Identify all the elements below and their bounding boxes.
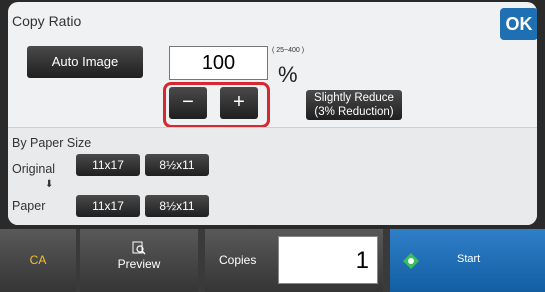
by-paper-size-label: By Paper Size xyxy=(12,136,92,150)
slightly-reduce-label: Slightly Reduce xyxy=(314,92,394,104)
copies-area: Copies 1 xyxy=(205,229,383,292)
ok-button[interactable]: OK xyxy=(500,8,537,40)
minus-button[interactable]: − xyxy=(169,87,207,119)
slightly-reduce-button[interactable]: Slightly Reduce (3% Reduction) xyxy=(306,90,402,120)
copies-input[interactable]: 1 xyxy=(278,236,378,284)
copy-ratio-panel: Copy Ratio OK Auto Image 100 ( 25~400 ) … xyxy=(8,2,537,225)
start-button[interactable]: Start xyxy=(390,229,545,292)
original-label: Original xyxy=(12,162,56,176)
ratio-input[interactable]: 100 xyxy=(169,46,268,80)
paper-label: Paper xyxy=(12,199,46,213)
paper-size-11x17[interactable]: 11x17 xyxy=(76,195,140,217)
plus-button[interactable]: + xyxy=(220,87,258,119)
copies-label: Copies xyxy=(219,253,257,267)
preview-label: Preview xyxy=(117,257,161,271)
start-label: Start xyxy=(457,253,481,265)
percent-label: % xyxy=(278,62,298,87)
diamond-start-icon xyxy=(403,253,419,269)
slightly-reduce-sublabel: (3% Reduction) xyxy=(314,106,394,118)
paper-size-letter[interactable]: 8½x11 xyxy=(145,195,209,217)
copy-ratio-screen: Copy Ratio OK Auto Image 100 ( 25~400 ) … xyxy=(0,0,545,292)
arrow-down-icon: ⬇ xyxy=(45,179,54,190)
ratio-range-label: ( 25~400 ) xyxy=(272,47,305,54)
original-size-11x17[interactable]: 11x17 xyxy=(76,154,140,176)
original-size-letter[interactable]: 8½x11 xyxy=(145,154,209,176)
auto-image-button[interactable]: Auto Image xyxy=(27,46,143,78)
clear-all-button[interactable]: CA xyxy=(0,229,76,292)
preview-button[interactable]: Preview xyxy=(80,229,198,292)
magnifier-document-icon xyxy=(132,241,146,255)
panel-title: Copy Ratio xyxy=(12,13,82,29)
